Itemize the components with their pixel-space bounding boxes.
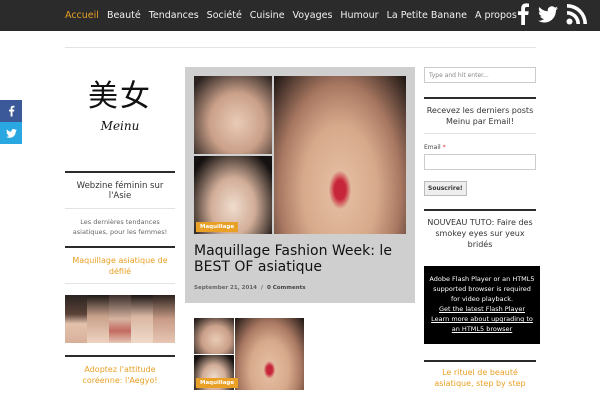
right-sidebar: Type and hit enter... Recevez les dernie… bbox=[424, 67, 540, 394]
thumb-face-3 bbox=[194, 318, 234, 354]
post-meta: September 21, 2014/ 0 Comments bbox=[194, 285, 406, 291]
nav-item-a-propos[interactable]: A propos bbox=[475, 10, 517, 21]
nav-item-humour[interactable]: Humour bbox=[340, 10, 378, 21]
rss-icon[interactable] bbox=[566, 3, 588, 25]
main-face-image-2 bbox=[235, 318, 304, 390]
logo-name: Meinu bbox=[100, 119, 140, 133]
tutorial-title: NOUVEAU TUTO: Faire des smokey eyes sur … bbox=[427, 218, 533, 249]
category-tag[interactable]: Maquillage bbox=[196, 378, 239, 388]
top-navigation-bar: Accueil Beauté Tendances Société Cuisine… bbox=[0, 0, 600, 31]
featured-post: Maquillage Maquillage Fashion Week: le B… bbox=[185, 67, 415, 303]
nav-item-cuisine[interactable]: Cuisine bbox=[250, 10, 285, 21]
html5-upgrade-link[interactable]: Learn more about upgrading to an HTML5 b… bbox=[428, 314, 536, 334]
twitter-icon[interactable] bbox=[538, 5, 558, 23]
facebook-icon bbox=[8, 105, 14, 117]
meta-separator: / bbox=[260, 285, 263, 291]
sidebar-link-maquillage-defile[interactable]: Maquillage asiatique de défilé bbox=[65, 248, 175, 283]
main-menu: Accueil Beauté Tendances Société Cuisine… bbox=[65, 0, 517, 31]
share-facebook-button[interactable] bbox=[0, 100, 22, 122]
nav-item-voyages[interactable]: Voyages bbox=[293, 10, 333, 21]
facebook-icon[interactable] bbox=[516, 3, 530, 25]
search-input[interactable]: Type and hit enter... bbox=[424, 67, 536, 83]
header-divider bbox=[65, 47, 536, 48]
post-date: September 21, 2014 bbox=[194, 285, 257, 291]
second-post-image[interactable]: Maquillage bbox=[194, 318, 304, 390]
flash-message: Adobe Flash Player or an HTML5 supported… bbox=[429, 275, 535, 303]
sidebar-link-aegyo[interactable]: Adoptez l'attitude coréenne: l'Aegyo! bbox=[65, 357, 175, 392]
main-content: Maquillage Maquillage Fashion Week: le B… bbox=[185, 67, 415, 390]
video-player-placeholder: Adobe Flash Player or an HTML5 supported… bbox=[424, 266, 540, 344]
nav-item-accueil[interactable]: Accueil bbox=[65, 10, 99, 21]
nav-item-tendances[interactable]: Tendances bbox=[149, 10, 199, 21]
post-title[interactable]: Maquillage Fashion Week: le BEST OF asia… bbox=[194, 243, 406, 275]
subscribe-button[interactable]: Souscrire! bbox=[424, 181, 467, 196]
flash-player-link[interactable]: Get the latest Flash Player bbox=[428, 304, 536, 314]
main-face-image bbox=[274, 76, 406, 234]
thumb-face-1 bbox=[194, 76, 272, 154]
email-field[interactable] bbox=[424, 154, 536, 170]
sidebar-link-rituel-beaute[interactable]: Le rituel de beauté asiatique, step by s… bbox=[424, 362, 536, 394]
site-tagline: Webzine féminin sur l'Asie bbox=[76, 181, 164, 201]
subscribe-title: Recevez les derniers posts Meinu par Ema… bbox=[426, 106, 534, 126]
twitter-icon bbox=[5, 128, 17, 138]
left-sidebar: 美女 Meinu Webzine féminin sur l'Asie Les … bbox=[65, 63, 175, 392]
social-links bbox=[516, 3, 588, 25]
nav-item-beaute[interactable]: Beauté bbox=[107, 10, 141, 21]
nav-item-societe[interactable]: Société bbox=[207, 10, 242, 21]
category-tag[interactable]: Maquillage bbox=[196, 222, 239, 232]
site-logo[interactable]: 美女 Meinu bbox=[65, 63, 175, 151]
sidebar-image-models[interactable] bbox=[65, 295, 175, 343]
nav-item-la-petite-banane[interactable]: La Petite Banane bbox=[387, 10, 467, 21]
share-twitter-button[interactable] bbox=[0, 122, 22, 144]
featured-post-image[interactable]: Maquillage bbox=[194, 76, 406, 234]
post-comments-link[interactable]: 0 Comments bbox=[267, 285, 306, 291]
email-label: Email * bbox=[424, 144, 446, 151]
logo-kanji: 美女 bbox=[88, 79, 152, 114]
site-description: Les dernières tendances asiatiques, pour… bbox=[72, 218, 168, 236]
